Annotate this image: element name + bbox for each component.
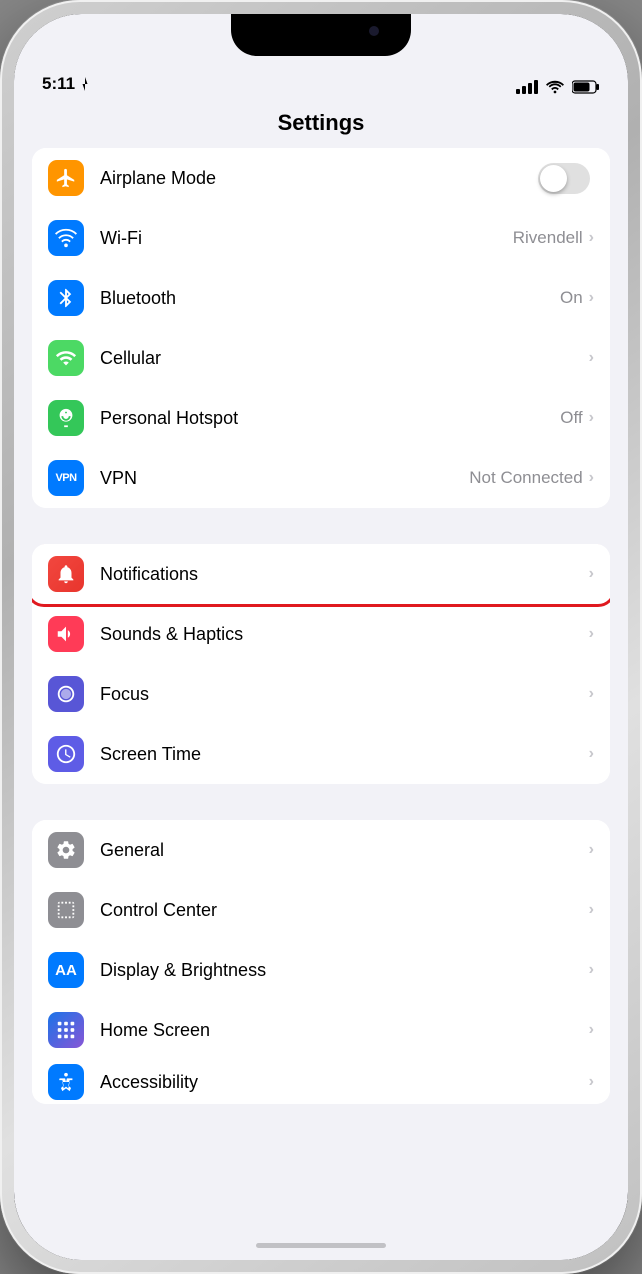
system-group: General › Control Center › [32,820,610,1104]
bluetooth-row[interactable]: Bluetooth On › [32,268,610,328]
wifi-row[interactable]: Wi-Fi Rivendell › [32,208,610,268]
wifi-value: Rivendell [513,228,583,248]
bluetooth-label: Bluetooth [100,288,560,309]
airplane-mode-label: Airplane Mode [100,168,538,189]
display-icon: AA [48,952,84,988]
status-bar: 5:11 [14,14,628,102]
bluetooth-value: On [560,288,583,308]
wifi-row-icon [48,220,84,256]
airplane-mode-toggle[interactable] [538,163,590,194]
home-screen-row[interactable]: Home Screen › [32,1000,610,1060]
accessibility-label: Accessibility [100,1072,589,1093]
network-group: Airplane Mode Wi-Fi Rivendel [32,148,610,508]
cellular-label: Cellular [100,348,583,369]
phone-frame: 5:11 [0,0,642,1274]
status-left: 5:11 [42,74,91,94]
signal-bar-3 [528,83,532,94]
toggle-knob [540,165,567,192]
hotspot-chevron: › [589,409,594,427]
general-icon [48,832,84,868]
hotspot-icon [48,400,84,436]
screen-time-chevron: › [589,745,594,763]
screen-time-label: Screen Time [100,744,583,765]
cellular-icon [48,340,84,376]
vpn-chevron: › [589,469,594,487]
focus-icon [48,676,84,712]
accessibility-chevron: › [589,1073,594,1091]
sounds-chevron: › [589,625,594,643]
accessibility-icon [48,1064,84,1100]
general-row[interactable]: General › [32,820,610,880]
notifications-row[interactable]: Notifications › [32,544,610,604]
hotspot-label: Personal Hotspot [100,408,560,429]
screen: 5:11 [14,14,628,1260]
signal-bars [516,80,538,94]
home-screen-chevron: › [589,1021,594,1039]
bluetooth-icon [48,280,84,316]
vpn-row[interactable]: VPN VPN Not Connected › [32,448,610,508]
wifi-icon [546,80,564,94]
control-center-row[interactable]: Control Center › [32,880,610,940]
screen-time-icon [48,736,84,772]
wifi-chevron: › [589,229,594,247]
bluetooth-chevron: › [589,289,594,307]
settings-content[interactable]: Airplane Mode Wi-Fi Rivendel [14,148,628,1230]
signal-bar-2 [522,86,526,94]
hotspot-value: Off [560,408,582,428]
home-screen-label: Home Screen [100,1020,583,1041]
control-center-chevron: › [589,901,594,919]
status-right [516,80,600,94]
display-chevron: › [589,961,594,979]
sounds-label: Sounds & Haptics [100,624,583,645]
alerts-group: Notifications › Sounds & Haptics [32,544,610,784]
notch [231,14,411,56]
home-bar [256,1243,386,1248]
phone-inner: 5:11 [14,14,628,1260]
accessibility-row[interactable]: Accessibility › [32,1060,610,1104]
focus-row[interactable]: Focus › [32,664,610,724]
general-chevron: › [589,841,594,859]
vpn-icon: VPN [48,460,84,496]
notifications-icon [48,556,84,592]
page-title: Settings [278,110,365,135]
notch-dot [369,26,379,36]
airplane-mode-row[interactable]: Airplane Mode [32,148,610,208]
screen-time-row[interactable]: Screen Time › [32,724,610,784]
sounds-row[interactable]: Sounds & Haptics › [32,604,610,664]
airplane-mode-icon [48,160,84,196]
display-label: Display & Brightness [100,960,583,981]
focus-label: Focus [100,684,583,705]
battery-icon [572,80,600,94]
signal-bar-4 [534,80,538,94]
cellular-row[interactable]: Cellular › [32,328,610,388]
focus-chevron: › [589,685,594,703]
display-row[interactable]: AA Display & Brightness › [32,940,610,1000]
vpn-value: Not Connected [469,468,582,488]
general-label: General [100,840,583,861]
control-center-icon [48,892,84,928]
sounds-icon [48,616,84,652]
cellular-chevron: › [589,349,594,367]
control-center-label: Control Center [100,900,583,921]
wifi-label: Wi-Fi [100,228,513,249]
notifications-label: Notifications [100,564,583,585]
location-icon [79,77,91,91]
home-screen-icon [48,1012,84,1048]
time: 5:11 [42,74,75,94]
notifications-chevron: › [589,565,594,583]
signal-bar-1 [516,89,520,94]
home-indicator [14,1230,628,1260]
hotspot-row[interactable]: Personal Hotspot Off › [32,388,610,448]
vpn-label: VPN [100,468,469,489]
nav-bar: Settings [14,102,628,148]
